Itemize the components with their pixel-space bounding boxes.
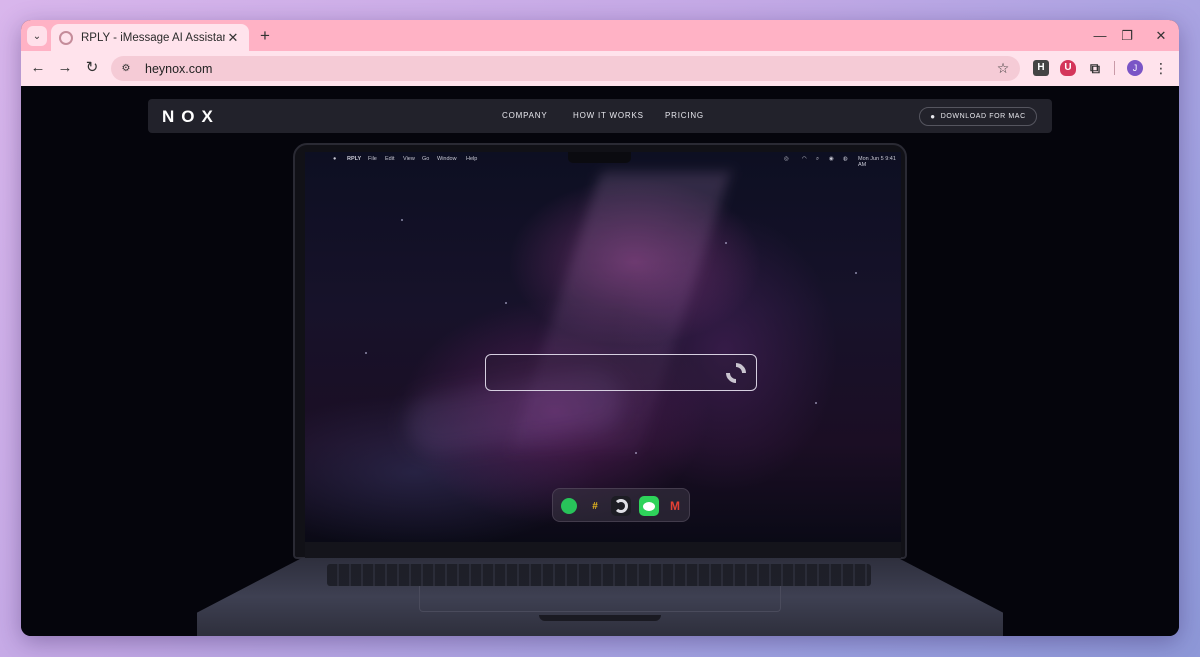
nox-logo[interactable]: NOX — [162, 107, 220, 127]
laptop-keyboard — [327, 564, 871, 586]
star — [855, 272, 857, 274]
toolbar-divider — [1114, 61, 1115, 75]
more-menu-icon[interactable]: ⋮ — [1153, 59, 1169, 77]
laptop-chin — [305, 542, 901, 558]
nox-status-icon: ◎ — [784, 156, 789, 162]
reload-button[interactable]: ↻ — [82, 58, 102, 78]
star — [401, 219, 403, 221]
extensions-puzzle-icon[interactable]: ⧉ — [1087, 60, 1103, 76]
menubar-app-name: RPLY — [347, 156, 362, 162]
close-window-button[interactable]: ✕ — [1148, 26, 1174, 46]
site-navbar: NOX COMPANY HOW IT WORKS PRICING ● DOWNL… — [148, 99, 1052, 133]
nox-logo-icon — [721, 358, 751, 388]
back-button[interactable]: ← — [28, 58, 48, 78]
menubar-window: Window — [437, 156, 457, 162]
minimize-button[interactable]: — — [1087, 26, 1113, 46]
laptop-trackpad — [419, 586, 781, 612]
mac-dock: # M — [552, 488, 690, 522]
browser-window: ⌄ RPLY - iMessage AI Assistant ✕ + — ❐ ✕… — [21, 20, 1179, 636]
browser-toolbar: ← → ↻ ⚙ heynox.com ☆ H U ⧉ J ⋮ — [21, 51, 1179, 86]
spotlight-icon: ⌕ — [816, 156, 820, 162]
bookmark-star-icon[interactable]: ☆ — [992, 60, 1014, 77]
nav-how-it-works[interactable]: HOW IT WORKS — [573, 111, 644, 120]
download-for-mac-button[interactable]: ● DOWNLOAD FOR MAC — [919, 107, 1037, 126]
siri-icon: ◍ — [843, 156, 848, 162]
page-content: NOX COMPANY HOW IT WORKS PRICING ● DOWNL… — [21, 86, 1179, 636]
favicon-icon — [59, 30, 73, 45]
nox-prompt-input[interactable] — [485, 354, 757, 391]
messages-icon[interactable] — [639, 496, 659, 516]
mac-menubar: ● RPLY File Edit View Go Window Help ◎ ◠… — [305, 152, 901, 168]
extension-h-icon[interactable]: H — [1033, 60, 1049, 76]
menubar-file: File — [368, 156, 377, 162]
tab-strip: ⌄ RPLY - iMessage AI Assistant ✕ + — ❐ ✕ — [21, 20, 1179, 51]
apple-menu-icon: ● — [333, 156, 337, 162]
wifi-icon: ◠ — [802, 156, 807, 162]
gmail-icon[interactable]: M — [665, 496, 685, 516]
nav-pricing[interactable]: PRICING — [665, 111, 704, 120]
url-text[interactable]: heynox.com — [145, 62, 992, 76]
address-bar[interactable]: ⚙ heynox.com ☆ — [111, 56, 1020, 81]
tab-search-button[interactable]: ⌄ — [27, 26, 47, 46]
star — [635, 452, 637, 454]
nox-app-icon[interactable] — [611, 496, 631, 516]
tab-title: RPLY - iMessage AI Assistant — [81, 31, 225, 44]
star — [815, 402, 817, 404]
menubar-view: View — [403, 156, 415, 162]
star — [365, 352, 367, 354]
forward-button[interactable]: → — [55, 58, 75, 78]
chevron-down-icon: ⌄ — [32, 30, 42, 42]
laptop-lip — [539, 615, 661, 621]
menubar-edit: Edit — [385, 156, 395, 162]
extension-ublock-icon[interactable]: U — [1060, 60, 1076, 76]
restore-button[interactable]: ❐ — [1114, 26, 1140, 46]
star — [505, 302, 507, 304]
download-label: DOWNLOAD FOR MAC — [940, 113, 1026, 120]
new-tab-button[interactable]: + — [255, 26, 275, 46]
tab-close-button[interactable]: ✕ — [225, 30, 241, 46]
site-info-icon[interactable]: ⚙ — [117, 60, 135, 78]
nav-company[interactable]: COMPANY — [502, 111, 547, 120]
profile-avatar[interactable]: J — [1127, 60, 1143, 76]
whatsapp-icon[interactable] — [559, 496, 579, 516]
control-center-icon: ◉ — [829, 156, 834, 162]
slack-icon[interactable]: # — [585, 496, 605, 516]
tab-active[interactable]: RPLY - iMessage AI Assistant ✕ — [51, 24, 249, 51]
apple-icon: ● — [930, 112, 936, 121]
menubar-clock: Mon Jun 5 9:41 AM — [858, 156, 896, 168]
menubar-go: Go — [422, 156, 430, 162]
menubar-help: Help — [466, 156, 478, 162]
star — [725, 242, 727, 244]
laptop-screen: ● RPLY File Edit View Go Window Help ◎ ◠… — [305, 152, 901, 542]
